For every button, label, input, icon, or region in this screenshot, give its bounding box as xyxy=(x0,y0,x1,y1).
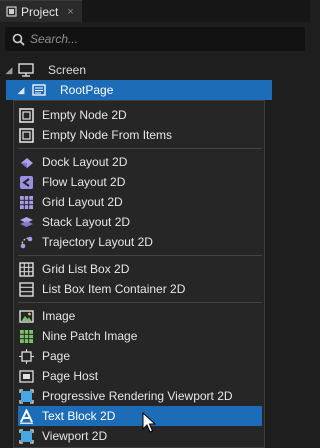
monitor-icon xyxy=(18,63,34,77)
menu-item-label: Empty Node From Items xyxy=(42,128,173,142)
empty-node-icon xyxy=(18,107,34,123)
menu-item-label: Grid Layout 2D xyxy=(42,195,123,209)
collapse-arrow-icon[interactable]: ◢ xyxy=(4,65,14,76)
tab-project[interactable]: Project × xyxy=(0,0,82,22)
page-icon xyxy=(32,84,46,96)
menu-item-label: List Box Item Container 2D xyxy=(42,282,186,296)
empty-node-icon xyxy=(18,127,34,143)
menu-item-label: Page xyxy=(42,349,71,363)
grid-layout-icon xyxy=(18,194,34,210)
tree-item-label: Screen xyxy=(48,63,87,77)
menu-item-label: Text Block 2D xyxy=(42,409,116,423)
dock-layout-icon xyxy=(18,154,34,170)
search-icon xyxy=(12,33,25,46)
stack-layout-icon xyxy=(18,214,34,230)
viewport-icon xyxy=(18,388,34,404)
search-input[interactable]: Search... xyxy=(5,27,305,51)
close-icon[interactable]: × xyxy=(67,6,73,18)
tree-item-label: RootPage xyxy=(60,83,114,97)
menu-item-label: Nine Patch Image xyxy=(42,329,138,343)
menu-separator xyxy=(18,255,262,256)
collapse-arrow-icon[interactable]: ◢ xyxy=(16,85,26,96)
menu-item-label: Progressive Rendering Viewport 2D xyxy=(42,389,233,403)
menu-item-trajectory-layout-2d[interactable]: Trajectory Layout 2D xyxy=(18,232,262,252)
menu-item-label: Grid List Box 2D xyxy=(42,262,130,276)
tab-bar: Project × xyxy=(0,0,310,22)
menu-item-page-host[interactable]: Page Host xyxy=(18,366,262,386)
menu-item-label: Image xyxy=(42,309,76,323)
menu-separator xyxy=(18,302,262,303)
menu-item-list-box-item-container-2d[interactable]: List Box Item Container 2D xyxy=(18,279,262,299)
menu-item-viewport-2d[interactable]: Viewport 2D xyxy=(18,426,262,446)
page-icon xyxy=(18,348,34,364)
menu-item-label: Trajectory Layout 2D xyxy=(42,235,153,249)
menu-item-label: Viewport 2D xyxy=(42,429,108,443)
grid-list-box-icon xyxy=(18,261,34,277)
menu-item-page[interactable]: Page xyxy=(18,346,262,366)
mouse-cursor-icon xyxy=(142,412,156,433)
list-box-icon xyxy=(18,281,34,297)
menu-item-image[interactable]: Image xyxy=(18,306,262,326)
menu-item-nine-patch-image[interactable]: Nine Patch Image xyxy=(18,326,262,346)
menu-item-grid-layout-2d[interactable]: Grid Layout 2D xyxy=(18,192,262,212)
menu-item-empty-node-2d[interactable]: Empty Node 2D xyxy=(18,105,262,125)
menu-item-flow-layout-2d[interactable]: Flow Layout 2D xyxy=(18,172,262,192)
flow-layout-icon xyxy=(18,174,34,190)
menu-item-grid-list-box-2d[interactable]: Grid List Box 2D xyxy=(18,259,262,279)
text-block-icon xyxy=(18,408,34,424)
tree-item-rootpage[interactable]: ◢ RootPage xyxy=(6,80,272,100)
menu-item-label: Dock Layout 2D xyxy=(42,155,128,169)
menu-item-label: Page Host xyxy=(42,369,99,383)
menu-item-empty-node-from-items[interactable]: Empty Node From Items xyxy=(18,125,262,145)
tree-item-screen[interactable]: ◢ Screen xyxy=(0,60,310,80)
menu-item-progressive-rendering-viewport-2d[interactable]: Progressive Rendering Viewport 2D xyxy=(18,386,262,406)
viewport-icon xyxy=(18,428,34,444)
menu-item-label: Stack Layout 2D xyxy=(42,215,131,229)
menu-separator xyxy=(18,148,262,149)
menu-item-text-block-2d[interactable]: Text Block 2D xyxy=(18,406,262,426)
tab-label: Project xyxy=(21,4,59,19)
trajectory-layout-icon xyxy=(18,234,34,250)
menu-item-dock-layout-2d[interactable]: Dock Layout 2D xyxy=(18,152,262,172)
image-icon xyxy=(18,308,34,324)
project-icon xyxy=(6,6,17,17)
nine-patch-icon xyxy=(18,328,34,344)
page-host-icon xyxy=(18,368,34,384)
add-node-menu: Empty Node 2D Empty Node From Items Dock… xyxy=(13,100,265,448)
menu-item-label: Flow Layout 2D xyxy=(42,175,126,189)
menu-item-label: Empty Node 2D xyxy=(42,108,127,122)
search-placeholder: Search... xyxy=(30,32,79,46)
menu-item-stack-layout-2d[interactable]: Stack Layout 2D xyxy=(18,212,262,232)
